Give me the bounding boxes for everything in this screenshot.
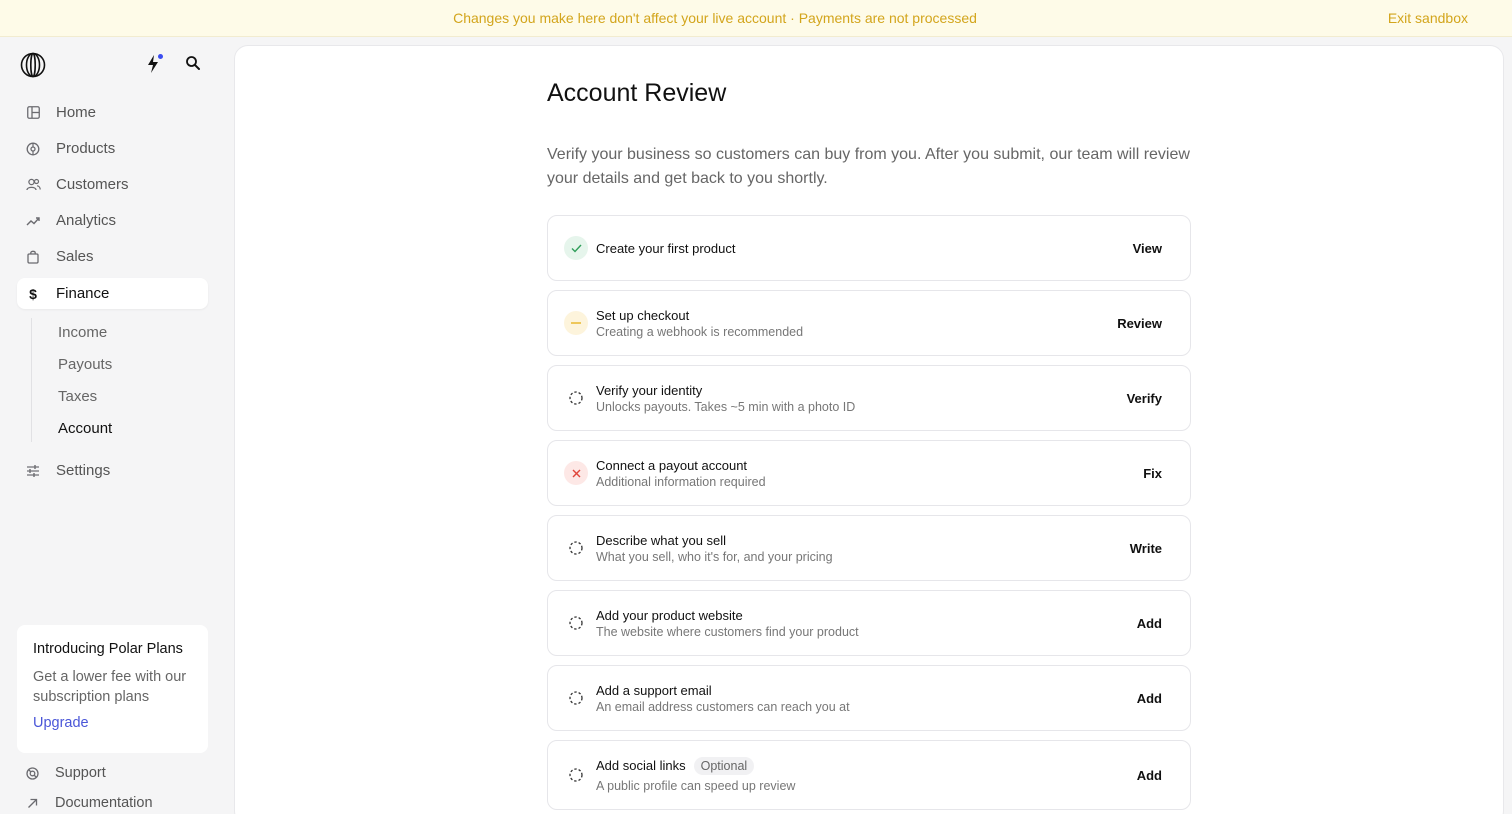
task-subtitle: Additional information required [596,475,766,489]
sidebar-item-analytics[interactable]: Analytics [17,205,208,236]
task-action-add[interactable]: Add [1137,768,1162,783]
notification-dot [158,54,163,59]
support-label: Support [55,765,106,781]
task-action-add[interactable]: Add [1137,691,1162,706]
pending-circle-icon [564,536,588,560]
page-title: Account Review [547,79,727,107]
task-title: Add a support email [596,683,712,698]
promo-description: Get a lower fee with our subscription pl… [33,669,187,705]
main-panel: Account Review Verify your business so c… [234,45,1504,814]
task-action-review[interactable]: Review [1117,316,1162,331]
pending-circle-icon [564,763,588,787]
task-subtitle: Unlocks payouts. Takes ~5 min with a pho… [596,400,856,414]
task-add-support-email[interactable]: Add a support email An email address cus… [547,665,1191,731]
task-action-fix[interactable]: Fix [1143,466,1162,481]
task-title: Add your product website [596,608,743,623]
pending-circle-icon [564,386,588,410]
task-title-row: Add social links Optional [596,757,755,775]
task-setup-checkout[interactable]: Set up checkout Creating a webhook is re… [547,290,1191,356]
polar-logo-icon[interactable] [20,52,46,78]
sidebar-item-label: Home [56,104,97,121]
optional-badge: Optional [693,757,755,775]
search-icon[interactable] [184,54,202,72]
task-describe-product[interactable]: Describe what you sell What you sell, wh… [547,515,1191,581]
sidebar-item-finance[interactable]: $ Finance [17,278,208,309]
dollar-icon: $ [29,285,37,302]
documentation-label: Documentation [55,795,153,811]
task-action-add[interactable]: Add [1137,616,1162,631]
lifebuoy-icon [25,766,39,780]
upgrade-link[interactable]: Upgrade [33,715,192,731]
sidebar-subitem-taxes[interactable]: Taxes [58,388,97,405]
task-title: Set up checkout [596,308,690,323]
task-subtitle: An email address customers can reach you… [596,700,850,714]
sidebar-item-products[interactable]: Products [17,133,208,164]
task-subtitle: A public profile can speed up review [596,779,796,793]
sandbox-banner: Changes you make here don't affect your … [0,0,1512,37]
sandbox-banner-message: Changes you make here don't affect your … [453,10,977,26]
task-subtitle: Creating a webhook is recommended [596,325,804,339]
task-title: Verify your identity [596,383,703,398]
sliders-icon [25,463,41,479]
task-action-verify[interactable]: Verify [1127,391,1162,406]
task-subtitle: What you sell, who it's for, and your pr… [596,550,833,564]
task-title: Create your first product [596,241,736,256]
bag-icon [25,249,41,265]
task-add-website[interactable]: Add your product website The website whe… [547,590,1191,656]
task-subtitle: The website where customers find your pr… [596,625,859,639]
minus-icon [564,311,588,335]
support-link[interactable]: Support [25,765,106,781]
sidebar-item-label: Customers [56,176,129,193]
task-title: Add social links [596,758,686,773]
sidebar-subitem-income[interactable]: Income [58,324,107,341]
sidebar-item-label: Analytics [56,212,117,229]
trend-icon [25,213,41,229]
task-title: Connect a payout account [596,458,748,473]
documentation-link[interactable]: Documentation [25,795,153,811]
promo-title: Introducing Polar Plans [33,641,183,657]
task-title: Describe what you sell [596,533,727,548]
task-add-social-links[interactable]: Add social links Optional A public profil… [547,740,1191,810]
task-action-view[interactable]: View [1133,241,1162,256]
sidebar-subitem-payouts[interactable]: Payouts [58,356,112,373]
sidebar: Home Products Customers Analytics Sales … [0,37,234,814]
cube-icon [25,141,41,157]
sidebar-item-customers[interactable]: Customers [17,169,208,200]
exit-sandbox-link[interactable]: Exit sandbox [1388,10,1468,26]
check-icon [564,236,588,260]
pending-circle-icon [564,611,588,635]
task-action-write[interactable]: Write [1130,541,1162,556]
x-icon [564,461,588,485]
sidebar-item-home[interactable]: Home [17,97,208,128]
pending-circle-icon [564,686,588,710]
sidebar-item-label: Finance [56,285,110,302]
task-create-product[interactable]: Create your first product View [547,215,1191,281]
sidebar-item-label: Settings [56,462,111,479]
sidebar-item-label: Sales [56,248,94,265]
plans-promo-card: Introducing Polar Plans Get a lower fee … [17,625,208,753]
page-intro: Verify your business so customers can bu… [547,146,1190,187]
arrow-up-right-icon [25,796,39,810]
task-verify-identity[interactable]: Verify your identity Unlocks payouts. Ta… [547,365,1191,431]
sidebar-subitem-account[interactable]: Account [58,420,112,437]
users-icon [25,177,41,193]
finance-subnav-line [31,318,32,442]
layout-icon [25,105,41,121]
sidebar-item-label: Products [56,140,116,157]
sidebar-item-sales[interactable]: Sales [17,241,208,272]
sidebar-item-settings[interactable]: Settings [17,455,208,486]
task-connect-payout[interactable]: Connect a payout account Additional info… [547,440,1191,506]
